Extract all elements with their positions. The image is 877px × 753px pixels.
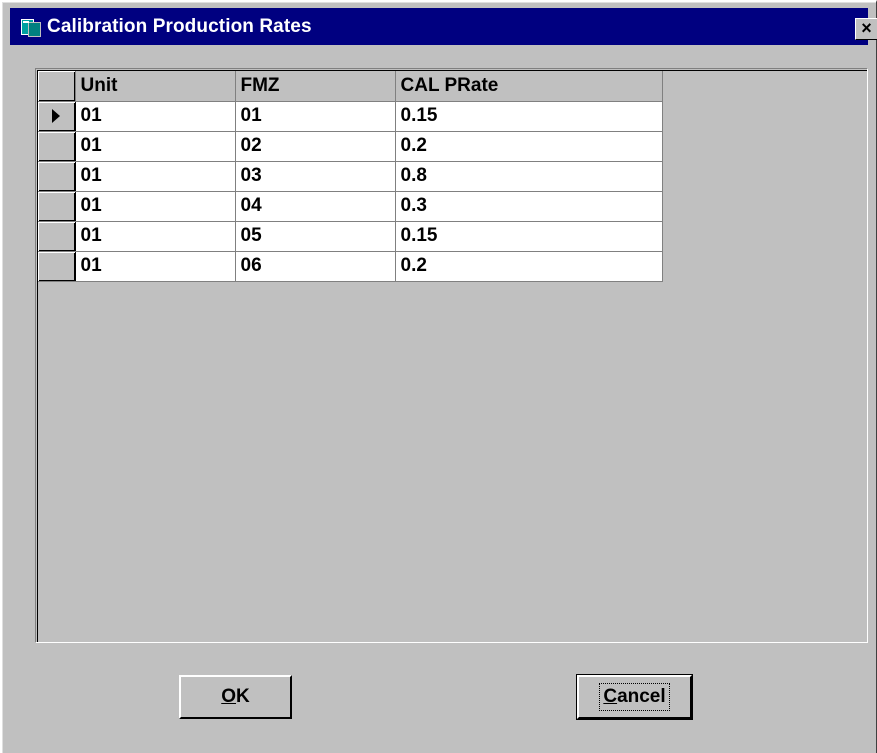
row-selector[interactable] xyxy=(38,221,76,252)
grid-table: Unit FMZ CAL PRate 01 01 0.15 01 02 0.2 … xyxy=(38,71,663,282)
column-header-cal-prate[interactable]: CAL PRate xyxy=(395,71,663,102)
column-header-fmz[interactable]: FMZ xyxy=(235,71,396,102)
header-selector-cell[interactable] xyxy=(38,71,76,102)
cancel-button-label: Cancel xyxy=(599,683,670,711)
cell-unit[interactable]: 01 xyxy=(75,101,236,132)
cell-unit[interactable]: 01 xyxy=(75,131,236,162)
cell-cal-prate[interactable]: 0.15 xyxy=(395,221,663,252)
cell-cal-prate[interactable]: 0.2 xyxy=(395,131,663,162)
table-row[interactable]: 01 03 0.8 xyxy=(38,161,663,192)
cell-fmz[interactable]: 05 xyxy=(235,221,396,252)
ok-button[interactable]: OK xyxy=(179,675,292,719)
cell-unit[interactable]: 01 xyxy=(75,221,236,252)
cell-cal-prate[interactable]: 0.8 xyxy=(395,161,663,192)
row-selector[interactable] xyxy=(38,101,76,132)
data-grid[interactable]: Unit FMZ CAL PRate 01 01 0.15 01 02 0.2 … xyxy=(35,68,868,643)
cell-cal-prate[interactable]: 0.15 xyxy=(395,101,663,132)
table-row[interactable]: 01 02 0.2 xyxy=(38,131,663,162)
cell-fmz[interactable]: 02 xyxy=(235,131,396,162)
table-row[interactable]: 01 05 0.15 xyxy=(38,221,663,252)
table-row[interactable]: 01 06 0.2 xyxy=(38,251,663,282)
row-selector[interactable] xyxy=(38,251,76,282)
cell-fmz[interactable]: 03 xyxy=(235,161,396,192)
row-selector[interactable] xyxy=(38,131,76,162)
dialog-window: Calibration Production Rates × Unit FMZ … xyxy=(0,0,877,753)
table-row[interactable]: 01 04 0.3 xyxy=(38,191,663,222)
cell-unit[interactable]: 01 xyxy=(75,191,236,222)
cell-fmz[interactable]: 06 xyxy=(235,251,396,282)
close-icon: × xyxy=(861,18,872,38)
cell-fmz[interactable]: 01 xyxy=(235,101,396,132)
cell-cal-prate[interactable]: 0.2 xyxy=(395,251,663,282)
cell-fmz[interactable]: 04 xyxy=(235,191,396,222)
ok-button-label: OK xyxy=(221,686,250,707)
row-selector[interactable] xyxy=(38,191,76,222)
grid-area: Unit FMZ CAL PRate 01 01 0.15 01 02 0.2 … xyxy=(37,70,867,642)
grid-header-row: Unit FMZ CAL PRate xyxy=(38,71,663,102)
column-header-unit[interactable]: Unit xyxy=(75,71,236,102)
cell-unit[interactable]: 01 xyxy=(75,251,236,282)
table-row[interactable]: 01 01 0.15 xyxy=(38,101,663,132)
close-button[interactable]: × xyxy=(855,18,877,40)
table-app-icon xyxy=(20,16,42,38)
cell-cal-prate[interactable]: 0.3 xyxy=(395,191,663,222)
cancel-button[interactable]: Cancel xyxy=(576,674,693,720)
row-pointer-arrow-icon xyxy=(52,109,60,123)
cell-unit[interactable]: 01 xyxy=(75,161,236,192)
window-title: Calibration Production Rates xyxy=(47,15,312,37)
row-selector[interactable] xyxy=(38,161,76,192)
title-bar[interactable]: Calibration Production Rates × xyxy=(10,8,877,45)
